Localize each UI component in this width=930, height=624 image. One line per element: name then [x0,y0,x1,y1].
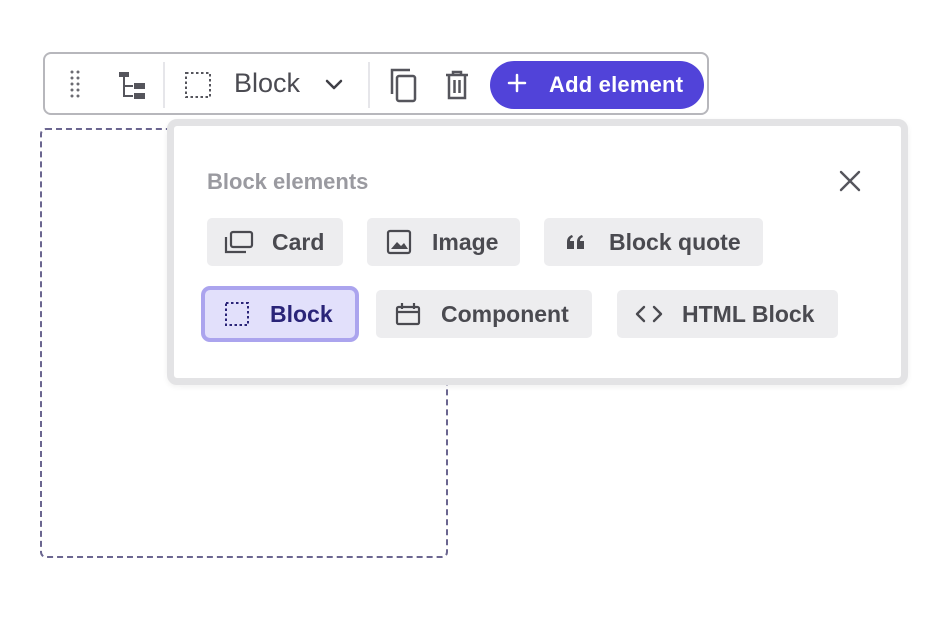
popover-title: Block elements [207,169,369,194]
close-icon[interactable] [836,167,864,195]
element-option-label: Image [432,228,499,255]
quote-icon [561,229,591,255]
element-option-label: HTML Block [682,300,815,327]
tree-structure-icon[interactable] [115,69,149,101]
block-toolbar: Block Add element [43,52,709,115]
chevron-down-icon[interactable] [321,73,347,97]
plus-icon [507,73,527,98]
add-element-label: Add element [549,72,684,97]
block-elements-popover: Block elements Card Image Block quote Bl… [167,119,908,385]
dashed-square-icon [222,301,252,327]
element-option-block[interactable]: Block [205,290,355,338]
element-option-html-block[interactable]: HTML Block [617,290,838,338]
element-option-label: Block quote [609,228,741,255]
element-option-card[interactable]: Card [207,218,343,266]
element-option-component[interactable]: Component [376,290,592,338]
dashed-square-icon [183,70,213,100]
cards-icon [224,229,254,255]
duplicate-icon[interactable] [384,66,420,104]
trash-icon[interactable] [441,67,473,103]
toolbar-divider [163,62,165,108]
element-option-label: Block [270,300,333,327]
toolbar-divider [368,62,370,108]
element-option-block-quote[interactable]: Block quote [544,218,763,266]
block-type-label[interactable]: Block [234,68,300,99]
element-option-image[interactable]: Image [367,218,520,266]
add-element-button[interactable]: Add element [490,61,704,109]
image-icon [384,229,414,255]
code-icon [634,301,664,327]
component-icon [393,301,423,327]
element-option-label: Card [272,228,325,255]
drag-handle-icon[interactable] [63,68,87,100]
element-option-label: Component [441,300,569,327]
